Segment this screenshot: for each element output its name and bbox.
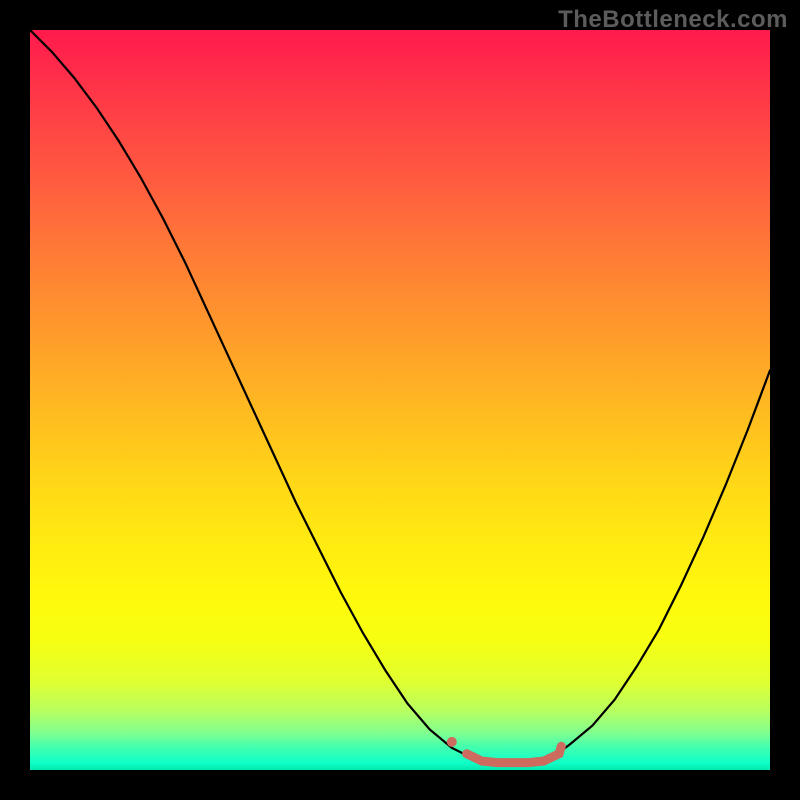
bottleneck-curve <box>30 30 770 763</box>
plot-area <box>30 30 770 770</box>
optimal-marker-stroke <box>467 746 562 762</box>
optimal-marker-dot <box>447 737 457 747</box>
watermark-text: TheBottleneck.com <box>558 6 788 34</box>
chart-svg <box>30 30 770 770</box>
